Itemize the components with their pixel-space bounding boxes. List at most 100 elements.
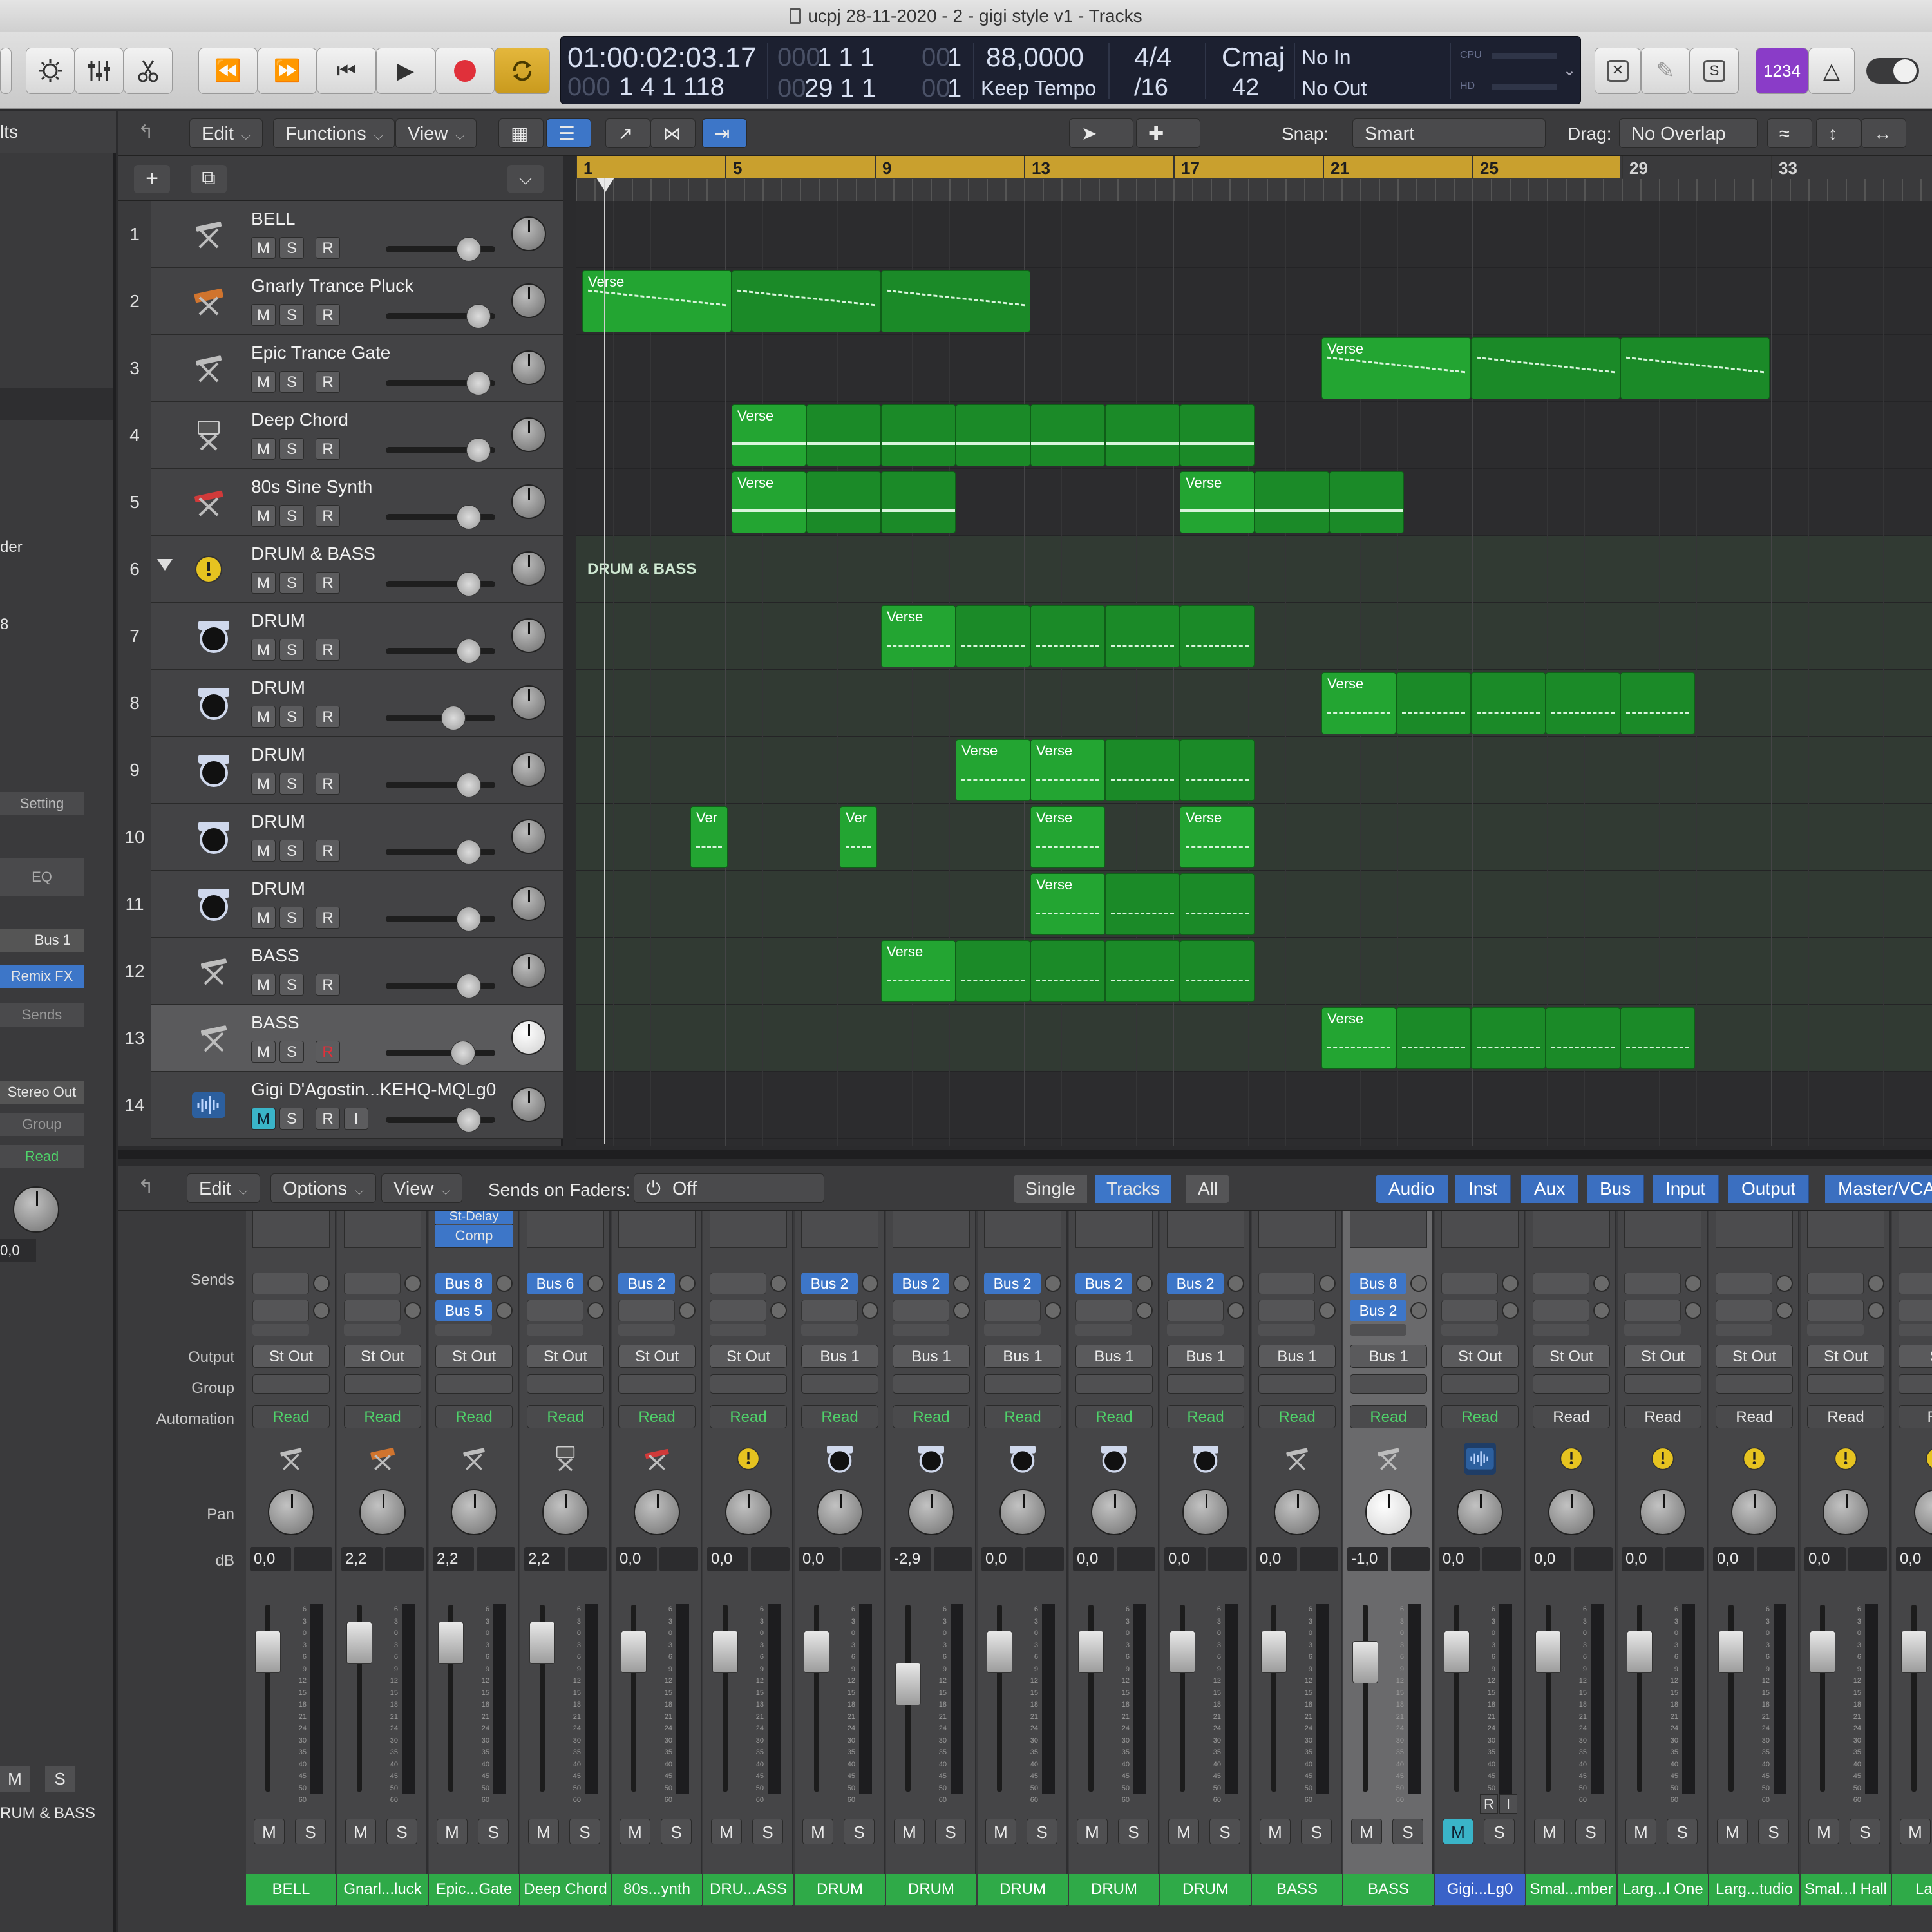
automation-mode[interactable]: Read <box>710 1405 787 1428</box>
send-level-knob[interactable] <box>679 1275 696 1292</box>
mixer-toggle-button[interactable] <box>75 48 124 94</box>
insert-slot[interactable] <box>893 1211 970 1248</box>
pan-knob[interactable] <box>1548 1489 1595 1535</box>
midi-region[interactable]: Verse <box>1030 739 1105 801</box>
strip-solo-button[interactable]: S <box>844 1819 875 1844</box>
volume-db[interactable]: 0,0 <box>616 1547 657 1571</box>
record-enable-button[interactable]: R <box>316 907 340 929</box>
cycle-button[interactable] <box>495 48 550 94</box>
output-slot[interactable]: Bus 1 <box>1075 1345 1153 1368</box>
send-slot[interactable] <box>710 1273 766 1294</box>
automation-mode[interactable]: Read <box>1075 1405 1153 1428</box>
solo-button[interactable]: S <box>279 371 304 393</box>
inspector-button[interactable] <box>26 48 75 94</box>
strip-input-button[interactable]: I <box>1499 1794 1517 1814</box>
strip-name[interactable]: 80s...ynth <box>612 1874 702 1905</box>
strip-mute-button[interactable]: M <box>1168 1819 1199 1844</box>
volume-slider[interactable] <box>386 840 495 864</box>
strip-solo-button[interactable]: S <box>1301 1819 1332 1844</box>
inspector-group[interactable]: Group <box>0 1113 84 1136</box>
strip-solo-button[interactable]: S <box>661 1819 692 1844</box>
track-header-row[interactable]: 4 Deep Chord M S R <box>118 402 563 469</box>
output-slot[interactable]: St Out <box>435 1345 513 1368</box>
volume-db[interactable]: 0,0 <box>1256 1547 1297 1571</box>
send-slot[interactable] <box>710 1300 766 1321</box>
volume-slider[interactable] <box>386 907 495 931</box>
insert-slot[interactable] <box>1075 1211 1153 1248</box>
insert-slot[interactable] <box>1899 1211 1932 1248</box>
output-slot[interactable]: St Out <box>344 1345 421 1368</box>
waveform-zoom-button[interactable]: ≈ <box>1767 118 1812 148</box>
filter-tab-audio[interactable]: Audio <box>1376 1175 1448 1203</box>
mute-button[interactable]: M <box>251 237 276 259</box>
automation-mode[interactable]: Read <box>1258 1405 1336 1428</box>
send-level-knob[interactable] <box>862 1302 878 1319</box>
automation-mode[interactable]: Read <box>893 1405 970 1428</box>
playhead[interactable] <box>604 178 605 1144</box>
send-level-knob[interactable] <box>1410 1302 1427 1319</box>
send-level-knob[interactable] <box>404 1302 421 1319</box>
send-level-knob[interactable] <box>496 1302 513 1319</box>
midi-region[interactable] <box>1030 940 1105 1002</box>
strip-mute-button[interactable]: M <box>1077 1819 1108 1844</box>
mute-button[interactable]: M <box>251 974 276 996</box>
sends-on-faders-select[interactable]: ⏻ Off <box>634 1173 824 1203</box>
filter-tab-output[interactable]: Output <box>1728 1175 1810 1203</box>
group-slot[interactable] <box>1075 1374 1153 1394</box>
volume-slider-knob[interactable] <box>457 572 482 596</box>
fast-forward-button[interactable]: ⏩ <box>258 48 317 94</box>
inspector-sends[interactable]: Sends <box>0 1003 84 1027</box>
strip-solo-button[interactable]: S <box>935 1819 966 1844</box>
strip-name[interactable]: Gigi...Lg0 <box>1435 1874 1525 1905</box>
pan-knob[interactable] <box>511 350 546 385</box>
strip-record-button[interactable]: R <box>1480 1794 1498 1814</box>
volume-db[interactable]: -2,9 <box>890 1547 931 1571</box>
volume-db[interactable]: 0,0 <box>1804 1547 1846 1571</box>
track-header-row[interactable]: 9 DRUM M S R <box>118 737 563 804</box>
midi-region[interactable] <box>1180 404 1255 466</box>
volume-fader[interactable] <box>1261 1631 1287 1673</box>
volume-slider-knob[interactable] <box>466 438 491 462</box>
rewind-button[interactable]: ⏪ <box>198 48 258 94</box>
tracks-tab[interactable]: Tracks <box>1095 1175 1171 1203</box>
midi-region[interactable] <box>1180 739 1255 801</box>
volume-fader[interactable] <box>529 1622 555 1664</box>
midi-region[interactable]: Verse <box>881 605 956 667</box>
mute-button[interactable]: M <box>251 907 276 929</box>
track-name[interactable]: Deep Chord <box>251 410 348 430</box>
output-slot[interactable]: St Out <box>618 1345 696 1368</box>
send-slot[interactable] <box>1075 1300 1132 1321</box>
send-level-knob[interactable] <box>1502 1275 1519 1292</box>
solo-button[interactable]: S <box>279 706 304 728</box>
strip-mute-button[interactable]: M <box>985 1819 1016 1844</box>
solo-button[interactable]: S <box>279 505 304 527</box>
pan-knob[interactable] <box>1365 1489 1412 1535</box>
send-level-knob[interactable] <box>496 1275 513 1292</box>
midi-region[interactable] <box>881 471 956 533</box>
setting-button[interactable]: Setting <box>0 792 84 815</box>
send-slot[interactable] <box>1624 1300 1681 1321</box>
track-name[interactable]: DRUM <box>251 811 305 832</box>
send-level-knob[interactable] <box>1593 1302 1610 1319</box>
track-name[interactable]: DRUM & BASS <box>251 544 375 564</box>
send-slot[interactable] <box>344 1300 401 1321</box>
output-slot[interactable]: St Out <box>1533 1345 1610 1368</box>
pan-knob[interactable] <box>511 618 546 653</box>
strip-name[interactable]: Epic...Gate <box>429 1874 519 1905</box>
group-slot[interactable] <box>984 1374 1061 1394</box>
filter-tab-bus[interactable]: Bus <box>1587 1175 1645 1203</box>
record-enable-button[interactable]: R <box>316 237 340 259</box>
volume-fader[interactable] <box>1810 1631 1835 1673</box>
pan-knob[interactable] <box>359 1489 406 1535</box>
midi-region[interactable] <box>1620 1007 1695 1069</box>
strip-mute-button[interactable]: M <box>1717 1819 1748 1844</box>
remix-fx-slot[interactable]: Remix FX <box>0 965 84 988</box>
strip-mute-button[interactable]: M <box>1443 1819 1473 1844</box>
send-level-knob[interactable] <box>1410 1275 1427 1292</box>
midi-region[interactable] <box>1180 940 1255 1002</box>
send-slot[interactable] <box>252 1273 309 1294</box>
strip-mute-button[interactable]: M <box>1351 1819 1382 1844</box>
volume-fader[interactable] <box>1718 1631 1744 1673</box>
output-slot[interactable]: Bus 1 <box>893 1345 970 1368</box>
pan-knob[interactable] <box>511 1020 546 1055</box>
